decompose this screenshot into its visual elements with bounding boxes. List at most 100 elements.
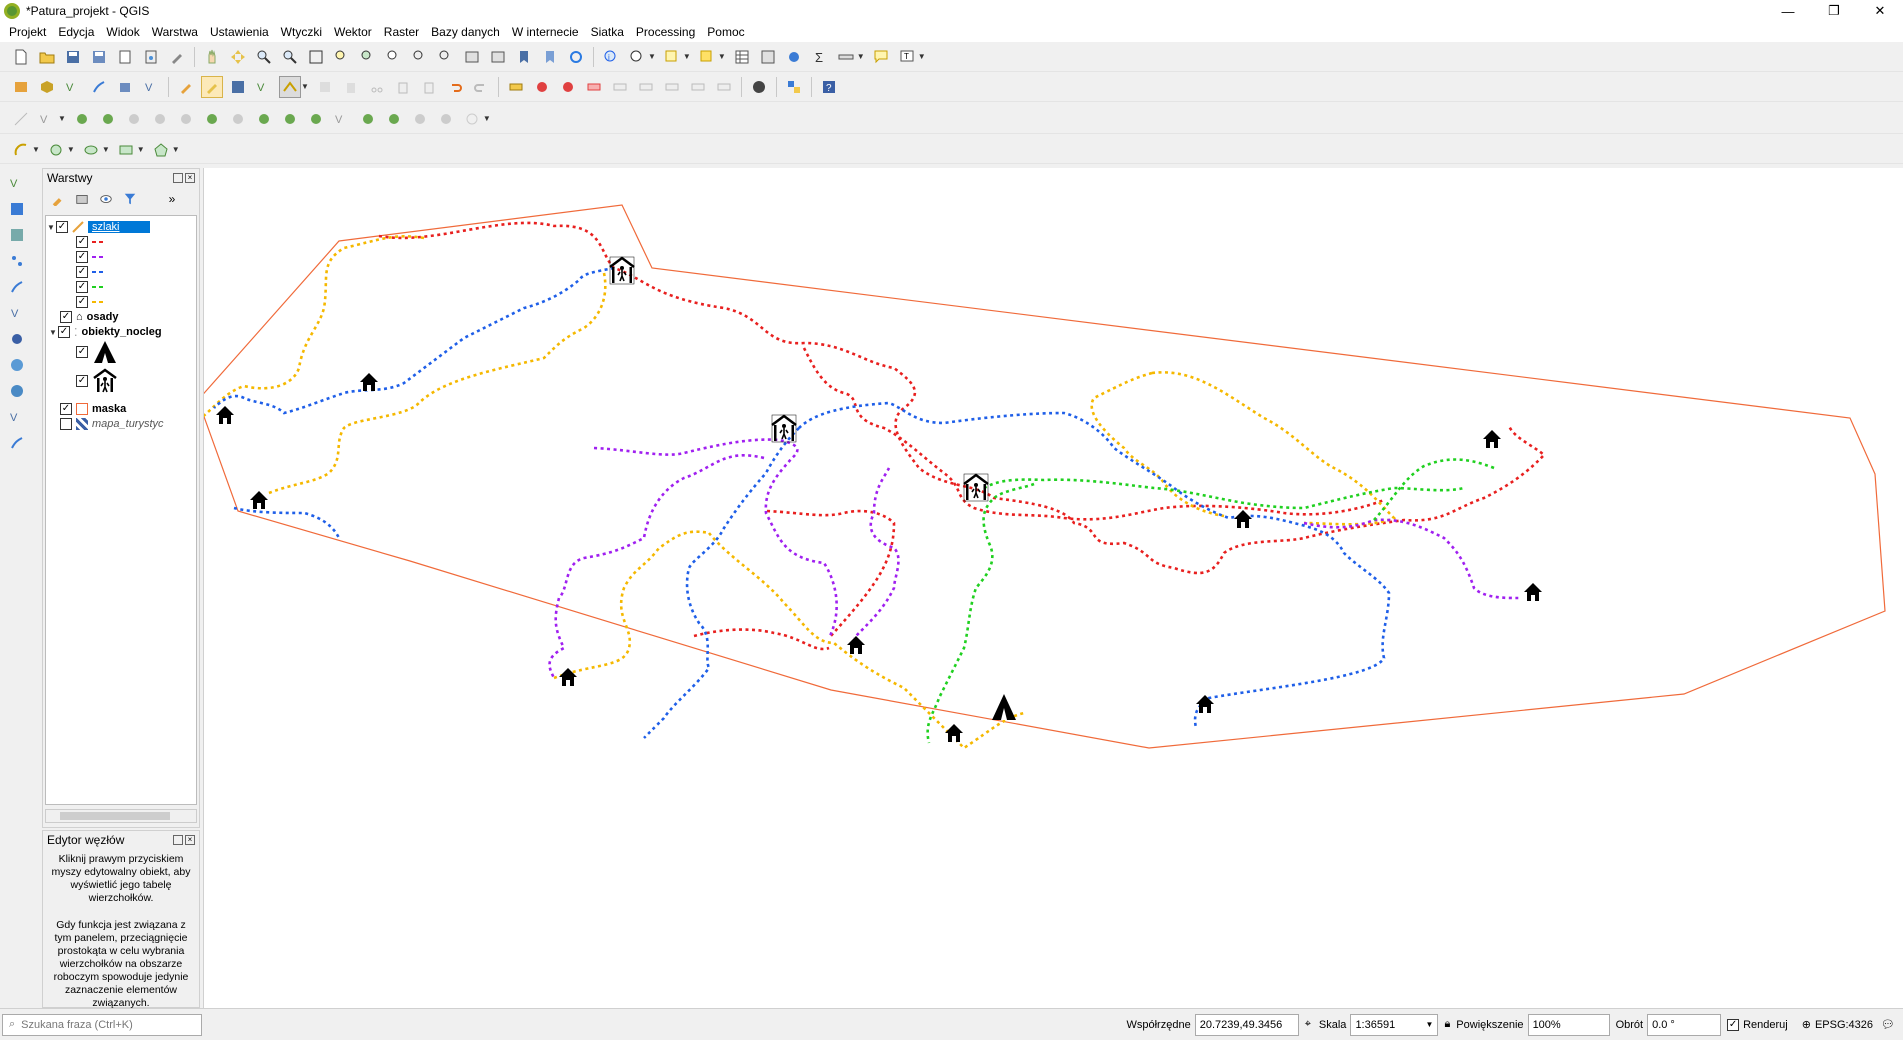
purple-trail-3[interactable] (853, 467, 900, 639)
layer-szlaki[interactable]: ▼ ✓ szlaki (46, 218, 196, 236)
open-project-icon[interactable] (36, 46, 58, 68)
move-label-icon[interactable] (609, 76, 631, 98)
measure-icon[interactable] (835, 46, 857, 68)
mask-polygon[interactable] (197, 204, 1886, 749)
new-virtual-layer-icon[interactable]: V (140, 76, 162, 98)
toolbox-icon[interactable] (783, 46, 805, 68)
blue-trail-3[interactable] (798, 401, 1391, 729)
crs-icon[interactable]: ⊕ (1802, 1018, 1811, 1031)
redo-icon[interactable] (470, 76, 492, 98)
close-panel-button[interactable]: × (185, 173, 195, 183)
add-group-icon[interactable] (73, 190, 91, 208)
crs-button[interactable]: EPSG:4326 (1815, 1019, 1873, 1031)
menu-wtyczki[interactable]: Wtyczki (276, 25, 329, 39)
digitize-icon[interactable]: V (253, 76, 275, 98)
label-icon[interactable] (505, 76, 527, 98)
zoom-out-icon[interactable] (279, 46, 301, 68)
show-hide-labels-icon[interactable] (687, 76, 709, 98)
new-map-view-icon[interactable] (461, 46, 483, 68)
add-wcs-icon[interactable]: V (6, 406, 28, 428)
print-layout-icon[interactable] (114, 46, 136, 68)
add-virtual-icon[interactable]: V (6, 302, 28, 324)
coordinate-field[interactable]: 20.7239,49.3456 (1194, 1013, 1299, 1036)
label-props-icon[interactable] (713, 76, 735, 98)
add-vector-icon[interactable]: V (6, 172, 28, 194)
zoom-selection-icon[interactable] (331, 46, 353, 68)
red-trail-2[interactable] (802, 347, 1385, 521)
house-marker[interactable] (847, 636, 865, 654)
select-features-icon[interactable] (661, 46, 683, 68)
add-polygon-icon[interactable] (150, 139, 172, 161)
new-project-icon[interactable] (10, 46, 32, 68)
style-manager-icon[interactable] (166, 46, 188, 68)
copy-features-icon[interactable] (392, 76, 414, 98)
red-trail-3[interactable] (766, 509, 896, 639)
refresh-icon[interactable] (565, 46, 587, 68)
house-marker[interactable] (216, 406, 234, 424)
new-spatialite-icon[interactable] (88, 76, 110, 98)
add-postgis-icon[interactable] (6, 328, 28, 350)
yellow-trail-5[interactable] (707, 532, 1025, 750)
new-3d-view-icon[interactable] (487, 46, 509, 68)
menu-warstwa[interactable]: Warstwa (147, 25, 205, 39)
map-canvas[interactable] (197, 168, 1903, 1008)
undo-icon[interactable] (444, 76, 466, 98)
identify-options-icon[interactable] (626, 46, 648, 68)
shelter-marker[interactable] (608, 255, 636, 286)
move-feature-icon[interactable] (71, 108, 93, 130)
scale-field[interactable]: 1:36591 ▼ (1350, 1013, 1439, 1036)
new-shapefile-icon[interactable]: V (62, 76, 84, 98)
statistics-icon[interactable]: Σ (809, 46, 831, 68)
current-edits-icon[interactable] (175, 76, 197, 98)
pin-labels-icon[interactable] (557, 76, 579, 98)
cad-tools-icon[interactable] (10, 108, 32, 130)
legend-camping[interactable]: ✓ (76, 338, 118, 366)
label-settings-icon[interactable] (531, 76, 553, 98)
menu-siatka[interactable]: Siatka (586, 25, 631, 39)
toggle-editing-icon[interactable] (201, 75, 223, 98)
add-wms-icon[interactable] (6, 354, 28, 376)
reshape-icon[interactable]: V (36, 108, 58, 130)
cut-features-icon[interactable] (366, 76, 388, 98)
help-icon[interactable]: ? (818, 76, 840, 98)
float-panel-button[interactable] (173, 173, 183, 183)
reshape-features-icon[interactable] (305, 108, 327, 130)
split-features-icon[interactable] (357, 108, 379, 130)
manage-visibility-icon[interactable] (97, 190, 115, 208)
yellow-trail-2[interactable] (268, 272, 607, 495)
shelter-marker[interactable] (962, 472, 990, 503)
layer-styling-icon[interactable] (49, 190, 67, 208)
zoom-native-icon[interactable] (383, 46, 405, 68)
locator-search-input[interactable]: ⌕ Szukana fraza (Ctrl+K) (2, 1013, 202, 1036)
add-wfs-icon[interactable] (6, 380, 28, 402)
attribute-table-icon[interactable] (731, 46, 753, 68)
save-project-icon[interactable] (62, 46, 84, 68)
render-checkbox[interactable]: ✓ (1727, 1018, 1740, 1031)
deselect-icon[interactable] (696, 46, 718, 68)
more-tools-button[interactable]: » (163, 190, 181, 208)
house-marker[interactable] (1234, 510, 1252, 528)
add-part-icon[interactable] (201, 108, 223, 130)
restore-button[interactable]: ❐ (1811, 0, 1857, 22)
menu-projekt[interactable]: Projekt (4, 25, 53, 39)
add-spatialite-icon[interactable] (6, 276, 28, 298)
map-tips-icon[interactable] (870, 46, 892, 68)
delete-selected-icon[interactable] (340, 76, 362, 98)
filter-legend-icon[interactable] (121, 190, 139, 208)
rotation-field[interactable]: 0.0 ° (1647, 1013, 1722, 1036)
fill-ring-icon[interactable] (227, 108, 249, 130)
split-parts-icon[interactable] (383, 108, 405, 130)
pan-to-selection-icon[interactable] (227, 46, 249, 68)
text-annotation-icon[interactable]: T (896, 46, 918, 68)
house-marker[interactable] (945, 724, 963, 742)
menu-bazy-danych[interactable]: Bazy danych (426, 25, 507, 39)
layer-mapa-turystyczna[interactable]: mapa_turystyc (60, 415, 164, 433)
delete-ring-icon[interactable] (253, 108, 275, 130)
menu-processing[interactable]: Processing (631, 25, 702, 39)
add-circular-string-icon[interactable] (10, 139, 32, 161)
simplify-icon[interactable] (149, 108, 171, 130)
yellow-trail[interactable] (200, 235, 425, 420)
green-trail[interactable] (983, 478, 1465, 510)
field-calculator-icon[interactable] (757, 46, 779, 68)
add-raster-icon[interactable] (6, 198, 28, 220)
